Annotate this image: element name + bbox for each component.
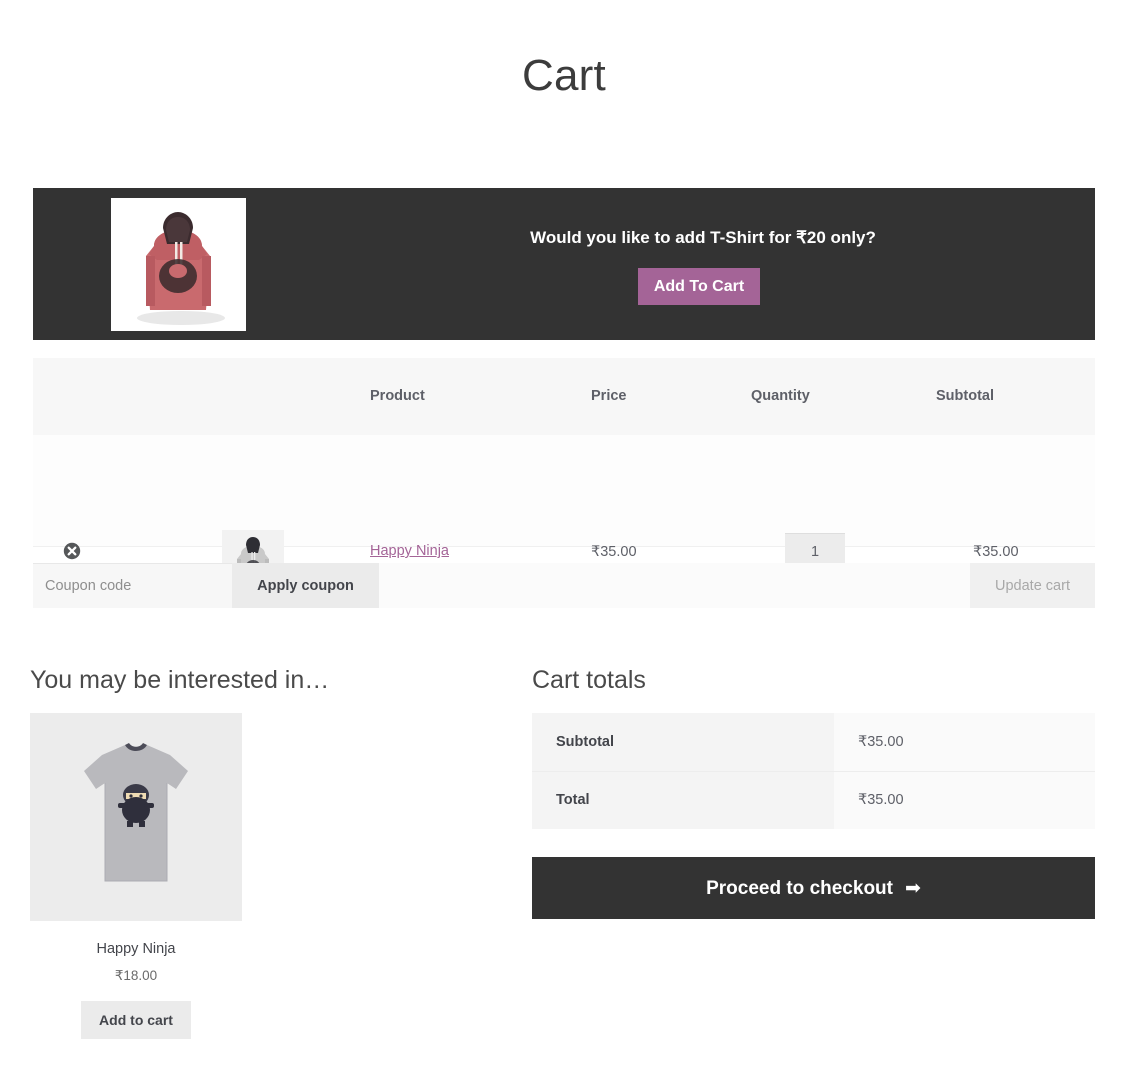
cart-item-name-link[interactable]: Happy Ninja: [370, 543, 449, 559]
update-cart-button[interactable]: Update cart: [970, 563, 1095, 608]
cart-table-header: Product Price Quantity Subtotal: [33, 358, 1095, 435]
column-header-price: Price: [591, 388, 627, 404]
promo-banner: Would you like to add T-Shirt for ₹20 on…: [33, 188, 1095, 340]
apply-coupon-button[interactable]: Apply coupon: [232, 563, 379, 608]
arrow-right-icon: ➡: [904, 877, 921, 899]
upsell-product-name[interactable]: Happy Ninja: [30, 941, 242, 957]
column-header-subtotal: Subtotal: [936, 388, 994, 404]
cart-item-price: ₹35.00: [591, 544, 637, 560]
totals-label-total: Total: [532, 771, 834, 829]
coupon-row: Apply coupon Update cart: [33, 563, 1095, 608]
column-header-product: Product: [370, 388, 425, 404]
promo-add-to-cart-button[interactable]: Add To Cart: [638, 268, 760, 305]
cart-totals-section: Cart totals Subtotal ₹35.00 Total ₹35.00…: [532, 666, 1095, 919]
cart-table: Product Price Quantity Subtotal Happy Ni…: [33, 358, 1095, 592]
totals-row-total: Total ₹35.00: [532, 771, 1095, 829]
proceed-to-checkout-button[interactable]: Proceed to checkout ➡: [532, 857, 1095, 919]
page-title: Cart: [522, 51, 606, 101]
promo-message: Would you like to add T-Shirt for ₹20 on…: [530, 228, 876, 247]
upsell-add-to-cart-button[interactable]: Add to cart: [81, 1001, 191, 1039]
remove-item-icon[interactable]: [63, 542, 81, 560]
totals-value-subtotal: ₹35.00: [834, 713, 1095, 772]
upsells-heading: You may be interested in…: [30, 666, 330, 694]
cart-totals-table: Subtotal ₹35.00 Total ₹35.00: [532, 713, 1095, 829]
column-header-quantity: Quantity: [751, 388, 810, 404]
totals-value-total: ₹35.00: [834, 771, 1095, 829]
totals-label-subtotal: Subtotal: [532, 713, 834, 772]
promo-product-image: [111, 198, 246, 331]
upsell-product-card[interactable]: Happy Ninja ₹18.00 Add to cart: [30, 713, 242, 1039]
upsell-product-price: ₹18.00: [114, 968, 158, 983]
checkout-label: Proceed to checkout: [706, 877, 893, 899]
cart-totals-heading: Cart totals: [532, 666, 646, 694]
coupon-code-input[interactable]: [33, 563, 237, 608]
upsells-section: You may be interested in… Happy Ninja ₹1…: [30, 666, 510, 1039]
cart-page: Cart Would you like to add T-Shirt for ₹…: [0, 0, 1128, 1081]
cart-item-subtotal: ₹35.00: [973, 544, 1019, 560]
table-row: Happy Ninja ₹35.00 ₹35.00: [33, 435, 1095, 592]
totals-row-subtotal: Subtotal ₹35.00: [532, 713, 1095, 772]
upsell-product-image[interactable]: [30, 713, 242, 921]
upsell-add-to-cart-wrapper: Add to cart: [30, 1001, 242, 1039]
